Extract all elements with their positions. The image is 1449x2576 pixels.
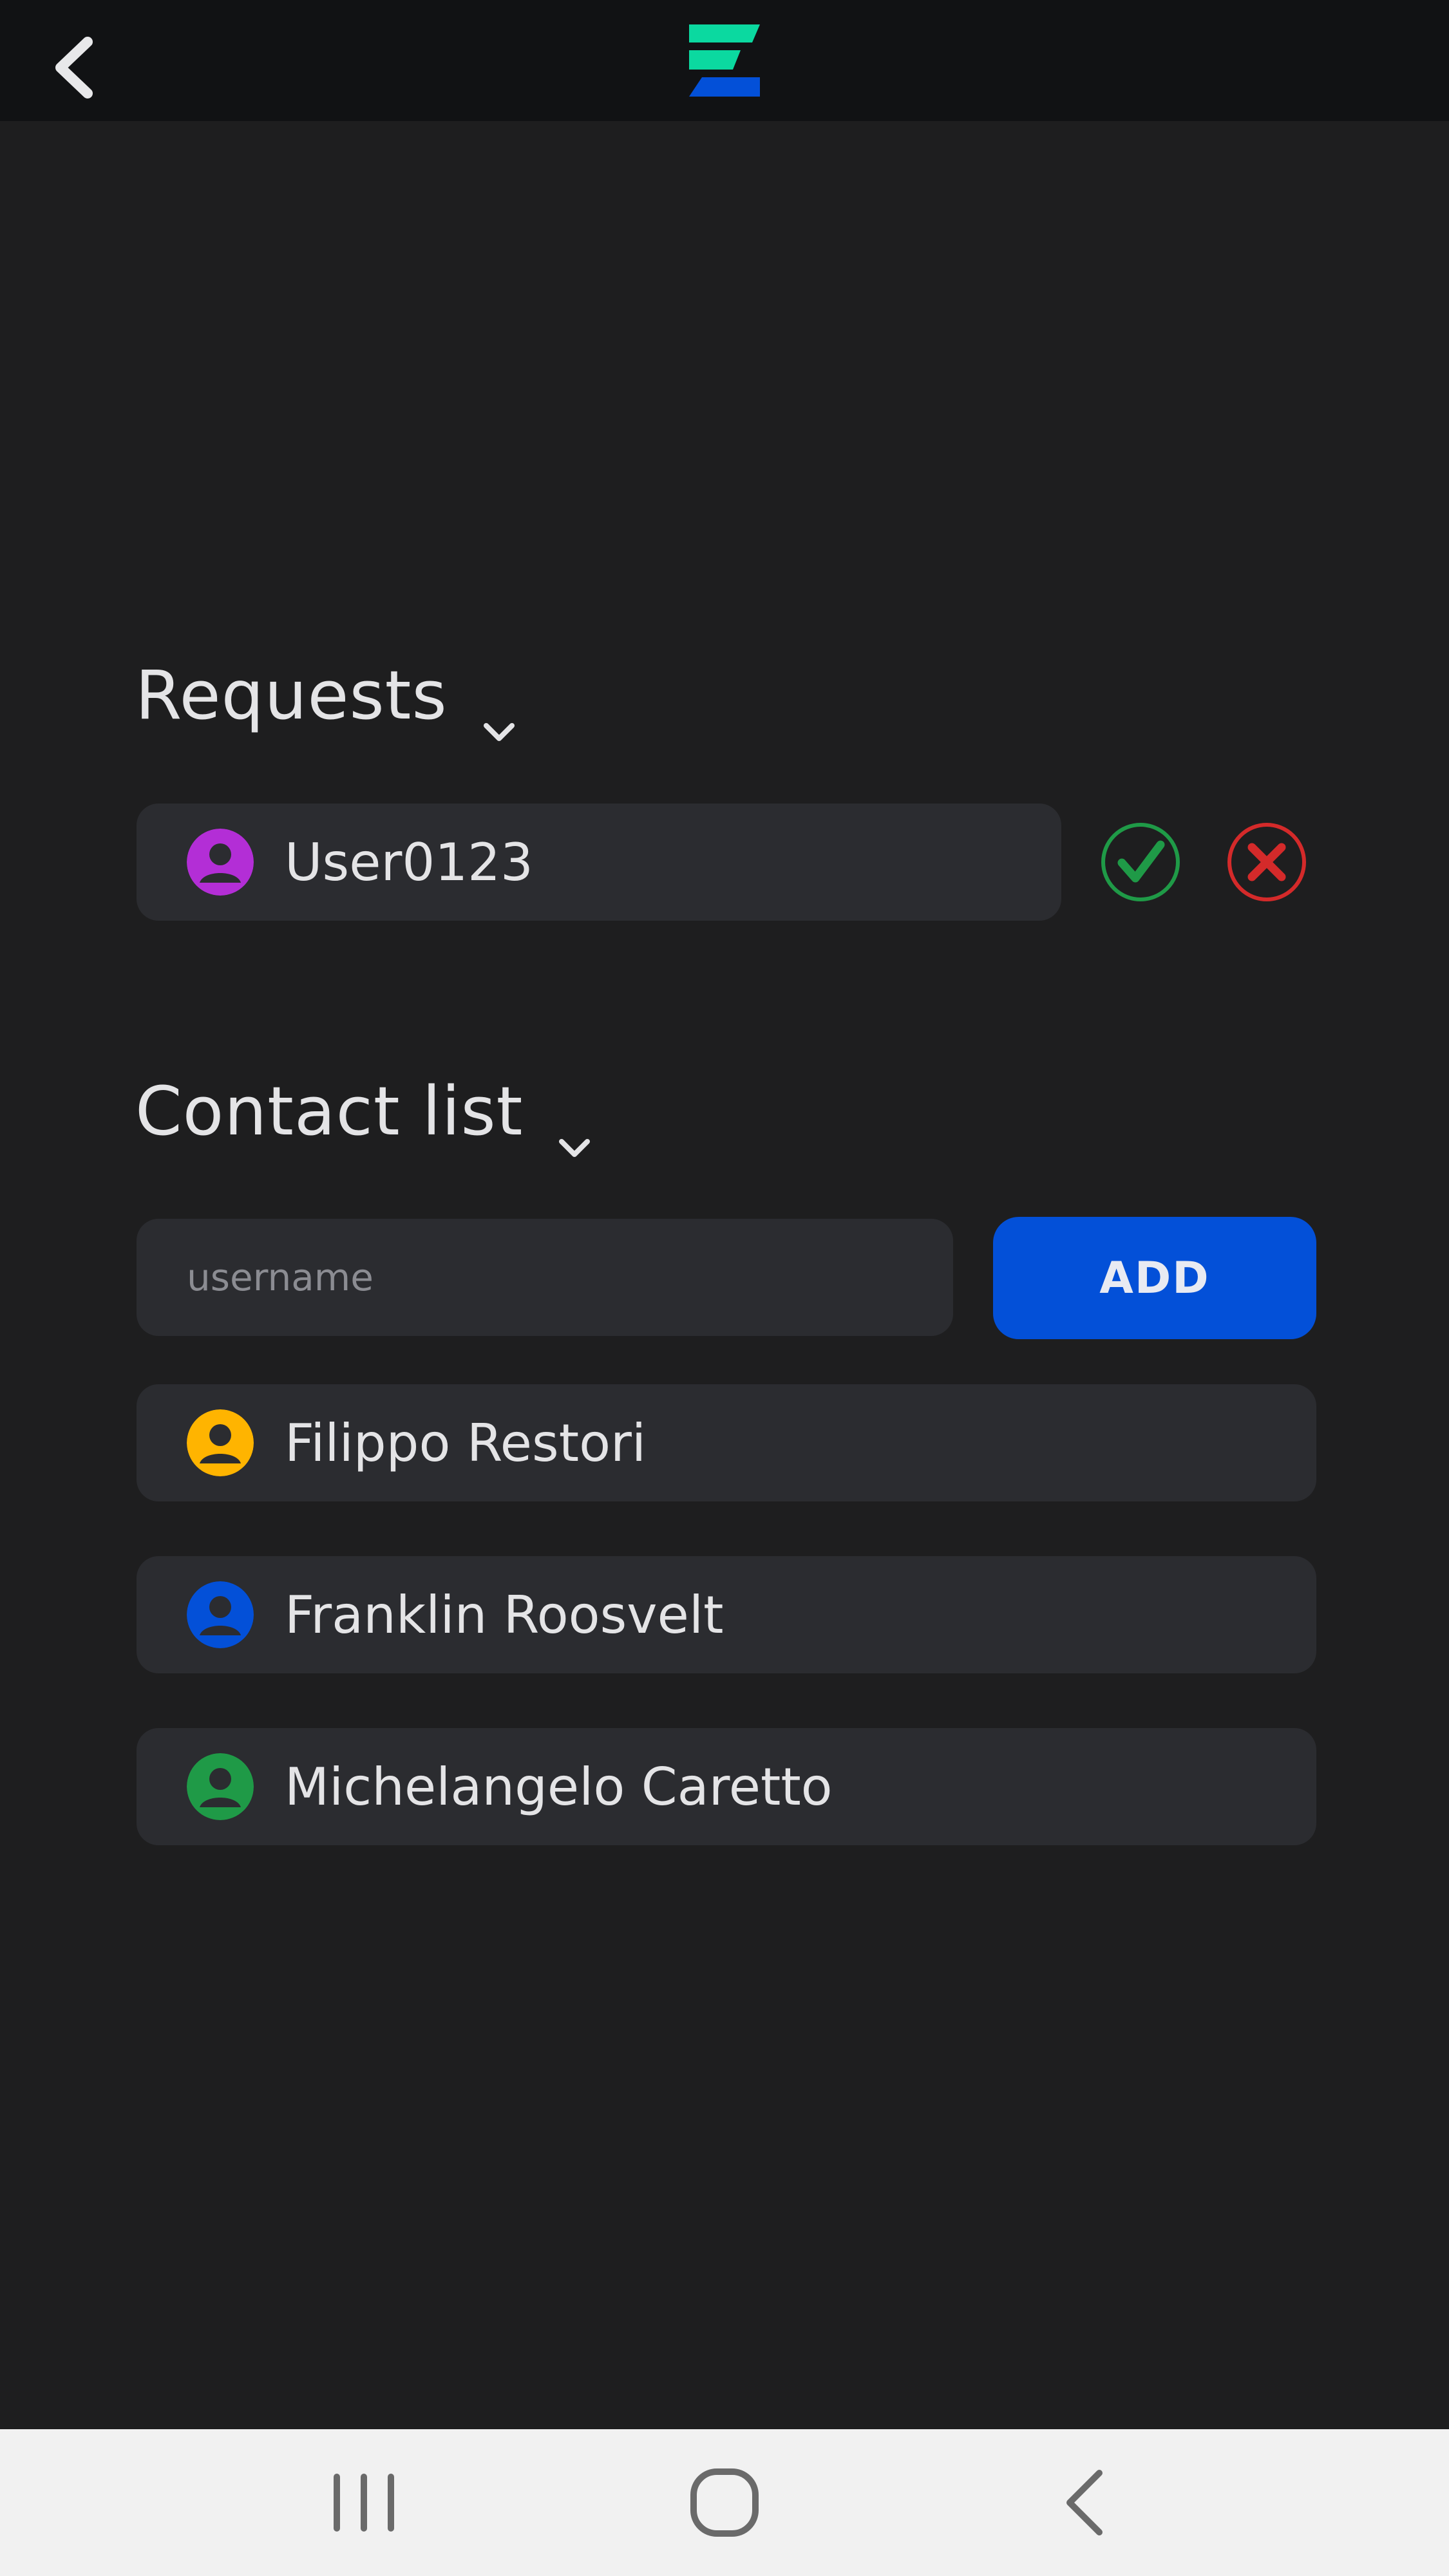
user-avatar-icon (187, 1409, 254, 1476)
chevron-down-icon (556, 1098, 592, 1157)
recents-button[interactable] (319, 2458, 409, 2548)
avatar (187, 1581, 254, 1648)
username-input[interactable] (137, 1219, 953, 1336)
accept-request-button[interactable] (1100, 822, 1181, 903)
back-button[interactable] (45, 29, 103, 106)
contact-list-title: Contact list (135, 1072, 524, 1151)
chevron-down-icon (481, 682, 517, 741)
contact-name: Michelangelo Caretto (285, 1756, 833, 1817)
home-button[interactable] (679, 2458, 770, 2548)
reject-request-button[interactable] (1226, 822, 1307, 903)
recents-icon (334, 2474, 394, 2532)
system-back-button[interactable] (1040, 2458, 1130, 2548)
contacts-screen: Requests User0123 Contact list username … (0, 0, 1449, 2576)
user-avatar-icon (187, 1581, 254, 1648)
request-username: User0123 (285, 832, 533, 892)
add-contact-button[interactable]: ADD (993, 1217, 1316, 1339)
avatar (187, 1753, 254, 1820)
request-item[interactable]: User0123 (137, 804, 1061, 921)
back-icon (1066, 2470, 1103, 2535)
contact-list-header[interactable]: Contact list (135, 1066, 592, 1157)
avatar (187, 829, 254, 896)
check-circle-icon (1101, 823, 1180, 901)
contact-item[interactable]: Filippo Restori (137, 1384, 1316, 1501)
contact-item[interactable]: Franklin Roosvelt (137, 1556, 1316, 1673)
user-avatar-icon (187, 1753, 254, 1820)
contact-name: Filippo Restori (285, 1413, 647, 1473)
requests-title: Requests (135, 656, 448, 735)
x-circle-icon (1227, 823, 1306, 901)
contact-name: Franklin Roosvelt (285, 1584, 724, 1645)
contact-item[interactable]: Michelangelo Caretto (137, 1728, 1316, 1845)
system-nav-bar (0, 2429, 1449, 2576)
requests-header[interactable]: Requests (135, 650, 517, 741)
app-logo (688, 24, 762, 99)
avatar (187, 1409, 254, 1476)
app-bar (0, 0, 1449, 121)
home-icon (690, 2468, 759, 2537)
user-avatar-icon (187, 829, 254, 896)
chevron-left-icon (55, 37, 93, 99)
